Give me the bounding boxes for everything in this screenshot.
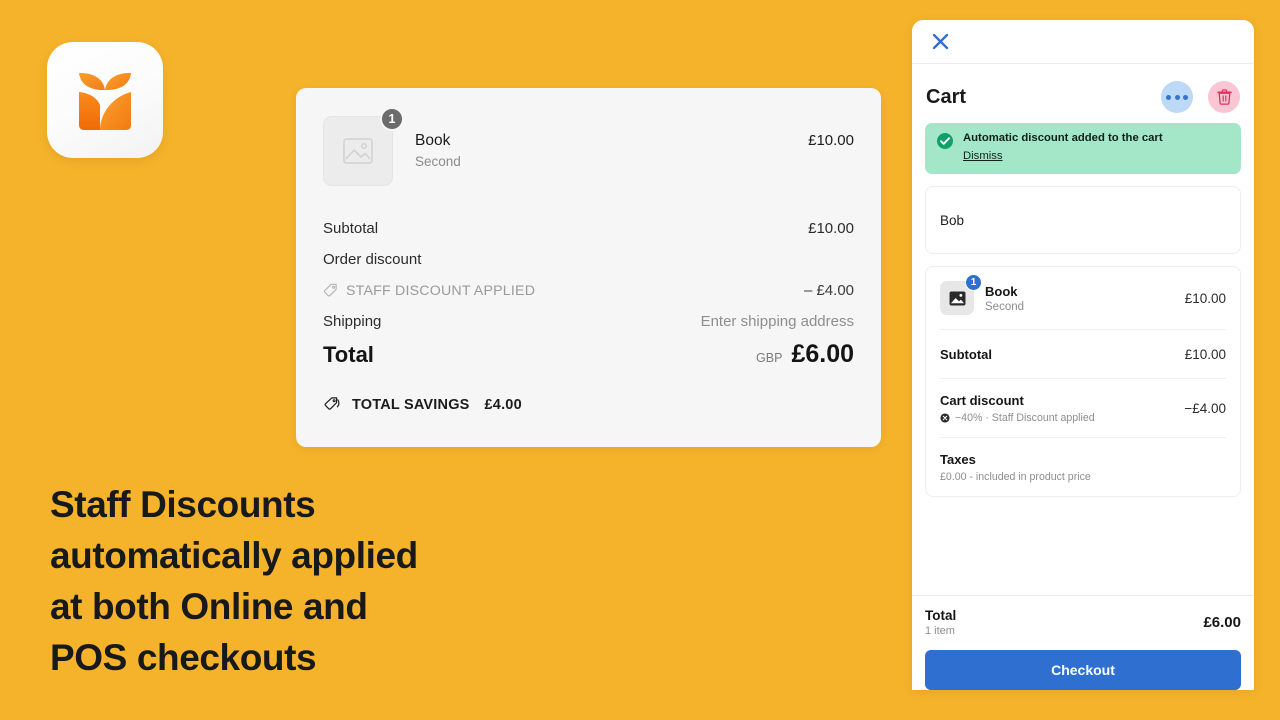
cart-row-subtotal: Subtotal £10.00	[926, 330, 1240, 378]
cart-line-item[interactable]: 1 Book Second £10.00	[926, 267, 1240, 329]
product-title: Book	[415, 132, 451, 149]
customer-card[interactable]: Bob	[925, 186, 1241, 254]
summary-line-item: 1 Book Second £10.00	[323, 88, 854, 213]
cart-subtotal-value: £10.00	[1184, 346, 1226, 362]
customer-name: Bob	[940, 212, 965, 228]
total-amount: £6.00	[791, 340, 854, 368]
footer-total-label: Total	[925, 608, 957, 623]
pos-body: Cart Automatic discount added to the car…	[912, 64, 1254, 595]
cart-header: Cart	[925, 64, 1241, 123]
discount-remove-icon	[940, 413, 950, 423]
taxes-sub: £0.00 - included in product price	[940, 471, 1091, 483]
subtotal-label: Subtotal	[323, 220, 379, 237]
cart-discount-sub: −40% · Staff Discount applied	[955, 412, 1095, 424]
staff-discount-value: – £4.00	[803, 282, 854, 299]
summary-row-order-discount: Order discount	[323, 244, 854, 275]
check-circle-icon	[937, 133, 953, 149]
total-label: Total	[323, 342, 374, 367]
app-logo	[47, 42, 163, 158]
item-variant: Second	[985, 300, 1025, 313]
summary-row-subtotal: Subtotal £10.00	[323, 213, 854, 244]
footer-total-row: Total 1 item £6.00	[925, 608, 1241, 650]
shipping-label: Shipping	[323, 313, 382, 330]
headline-line-4: POS checkouts	[50, 637, 317, 678]
pos-footer: Total 1 item £6.00 Checkout	[912, 595, 1254, 690]
cart-items-card: 1 Book Second £10.00 Subtotal £10.00 Car…	[925, 266, 1241, 497]
taxes-label: Taxes	[940, 452, 976, 467]
total-savings-label: TOTAL SAVINGS	[352, 397, 470, 413]
item-thumbnail: 1	[940, 274, 982, 315]
cart-title: Cart	[926, 85, 967, 108]
total-savings-amount: £4.00	[484, 397, 522, 413]
product-price: £10.00	[808, 132, 854, 149]
order-discount-label: Order discount	[323, 251, 422, 268]
subtotal-value: £10.00	[808, 220, 854, 237]
dismiss-link[interactable]: Dismiss	[963, 150, 1003, 162]
cart-row-discount[interactable]: Cart discount −40% · Staff Discount appl…	[926, 379, 1240, 437]
online-order-summary-card: 1 Book Second £10.00 Subtotal £10.00 Ord…	[296, 88, 881, 447]
page-title: Staff Discounts automatically applied at…	[50, 479, 610, 683]
cart-discount-label: Cart discount	[940, 393, 1024, 408]
item-price: £10.00	[1184, 290, 1226, 306]
headline-line-3: at both Online and	[50, 586, 368, 627]
savings-tag-icon	[324, 397, 340, 410]
pos-topbar	[912, 20, 1254, 64]
discount-tag-icon	[323, 283, 337, 297]
cart-subtotal-label: Subtotal	[940, 346, 992, 362]
headline-line-2: automatically applied	[50, 535, 418, 576]
summary-row-total: Total GBP £6.00	[323, 340, 854, 384]
sprout-leaf-logo	[79, 72, 131, 130]
pos-cart-panel: Cart Automatic discount added to the car…	[912, 20, 1254, 690]
product-variant: Second	[415, 154, 461, 169]
image-placeholder-icon	[949, 290, 965, 306]
footer-item-count: 1 item	[925, 625, 955, 637]
cart-discount-value: −£4.00	[1184, 400, 1226, 416]
cart-actions	[1161, 81, 1240, 113]
shipping-value: Enter shipping address	[700, 313, 854, 330]
item-quantity-badge: 1	[965, 274, 982, 291]
headline-line-1: Staff Discounts	[50, 484, 316, 525]
summary-row-shipping: Shipping Enter shipping address	[323, 306, 854, 337]
image-placeholder-icon	[343, 138, 373, 164]
product-thumbnail: 1	[323, 107, 404, 186]
checkout-button[interactable]: Checkout	[925, 650, 1241, 690]
summary-row-staff-discount: STAFF DISCOUNT APPLIED – £4.00	[323, 275, 854, 306]
trash-icon[interactable]	[1208, 81, 1240, 113]
summary-row-total-savings: TOTAL SAVINGS £4.00	[323, 396, 854, 414]
total-currency: GBP	[756, 351, 783, 365]
more-horizontal-icon[interactable]	[1161, 81, 1193, 113]
automatic-discount-banner: Automatic discount added to the cart Dis…	[925, 123, 1241, 174]
staff-discount-label: STAFF DISCOUNT APPLIED	[346, 282, 536, 299]
cart-row-taxes: Taxes £0.00 - included in product price	[926, 438, 1240, 496]
banner-message: Automatic discount added to the cart	[963, 132, 1163, 144]
item-title: Book	[985, 283, 1018, 299]
quantity-badge: 1	[380, 107, 404, 131]
close-icon[interactable]	[926, 28, 954, 56]
footer-total-amount: £6.00	[1203, 614, 1241, 631]
